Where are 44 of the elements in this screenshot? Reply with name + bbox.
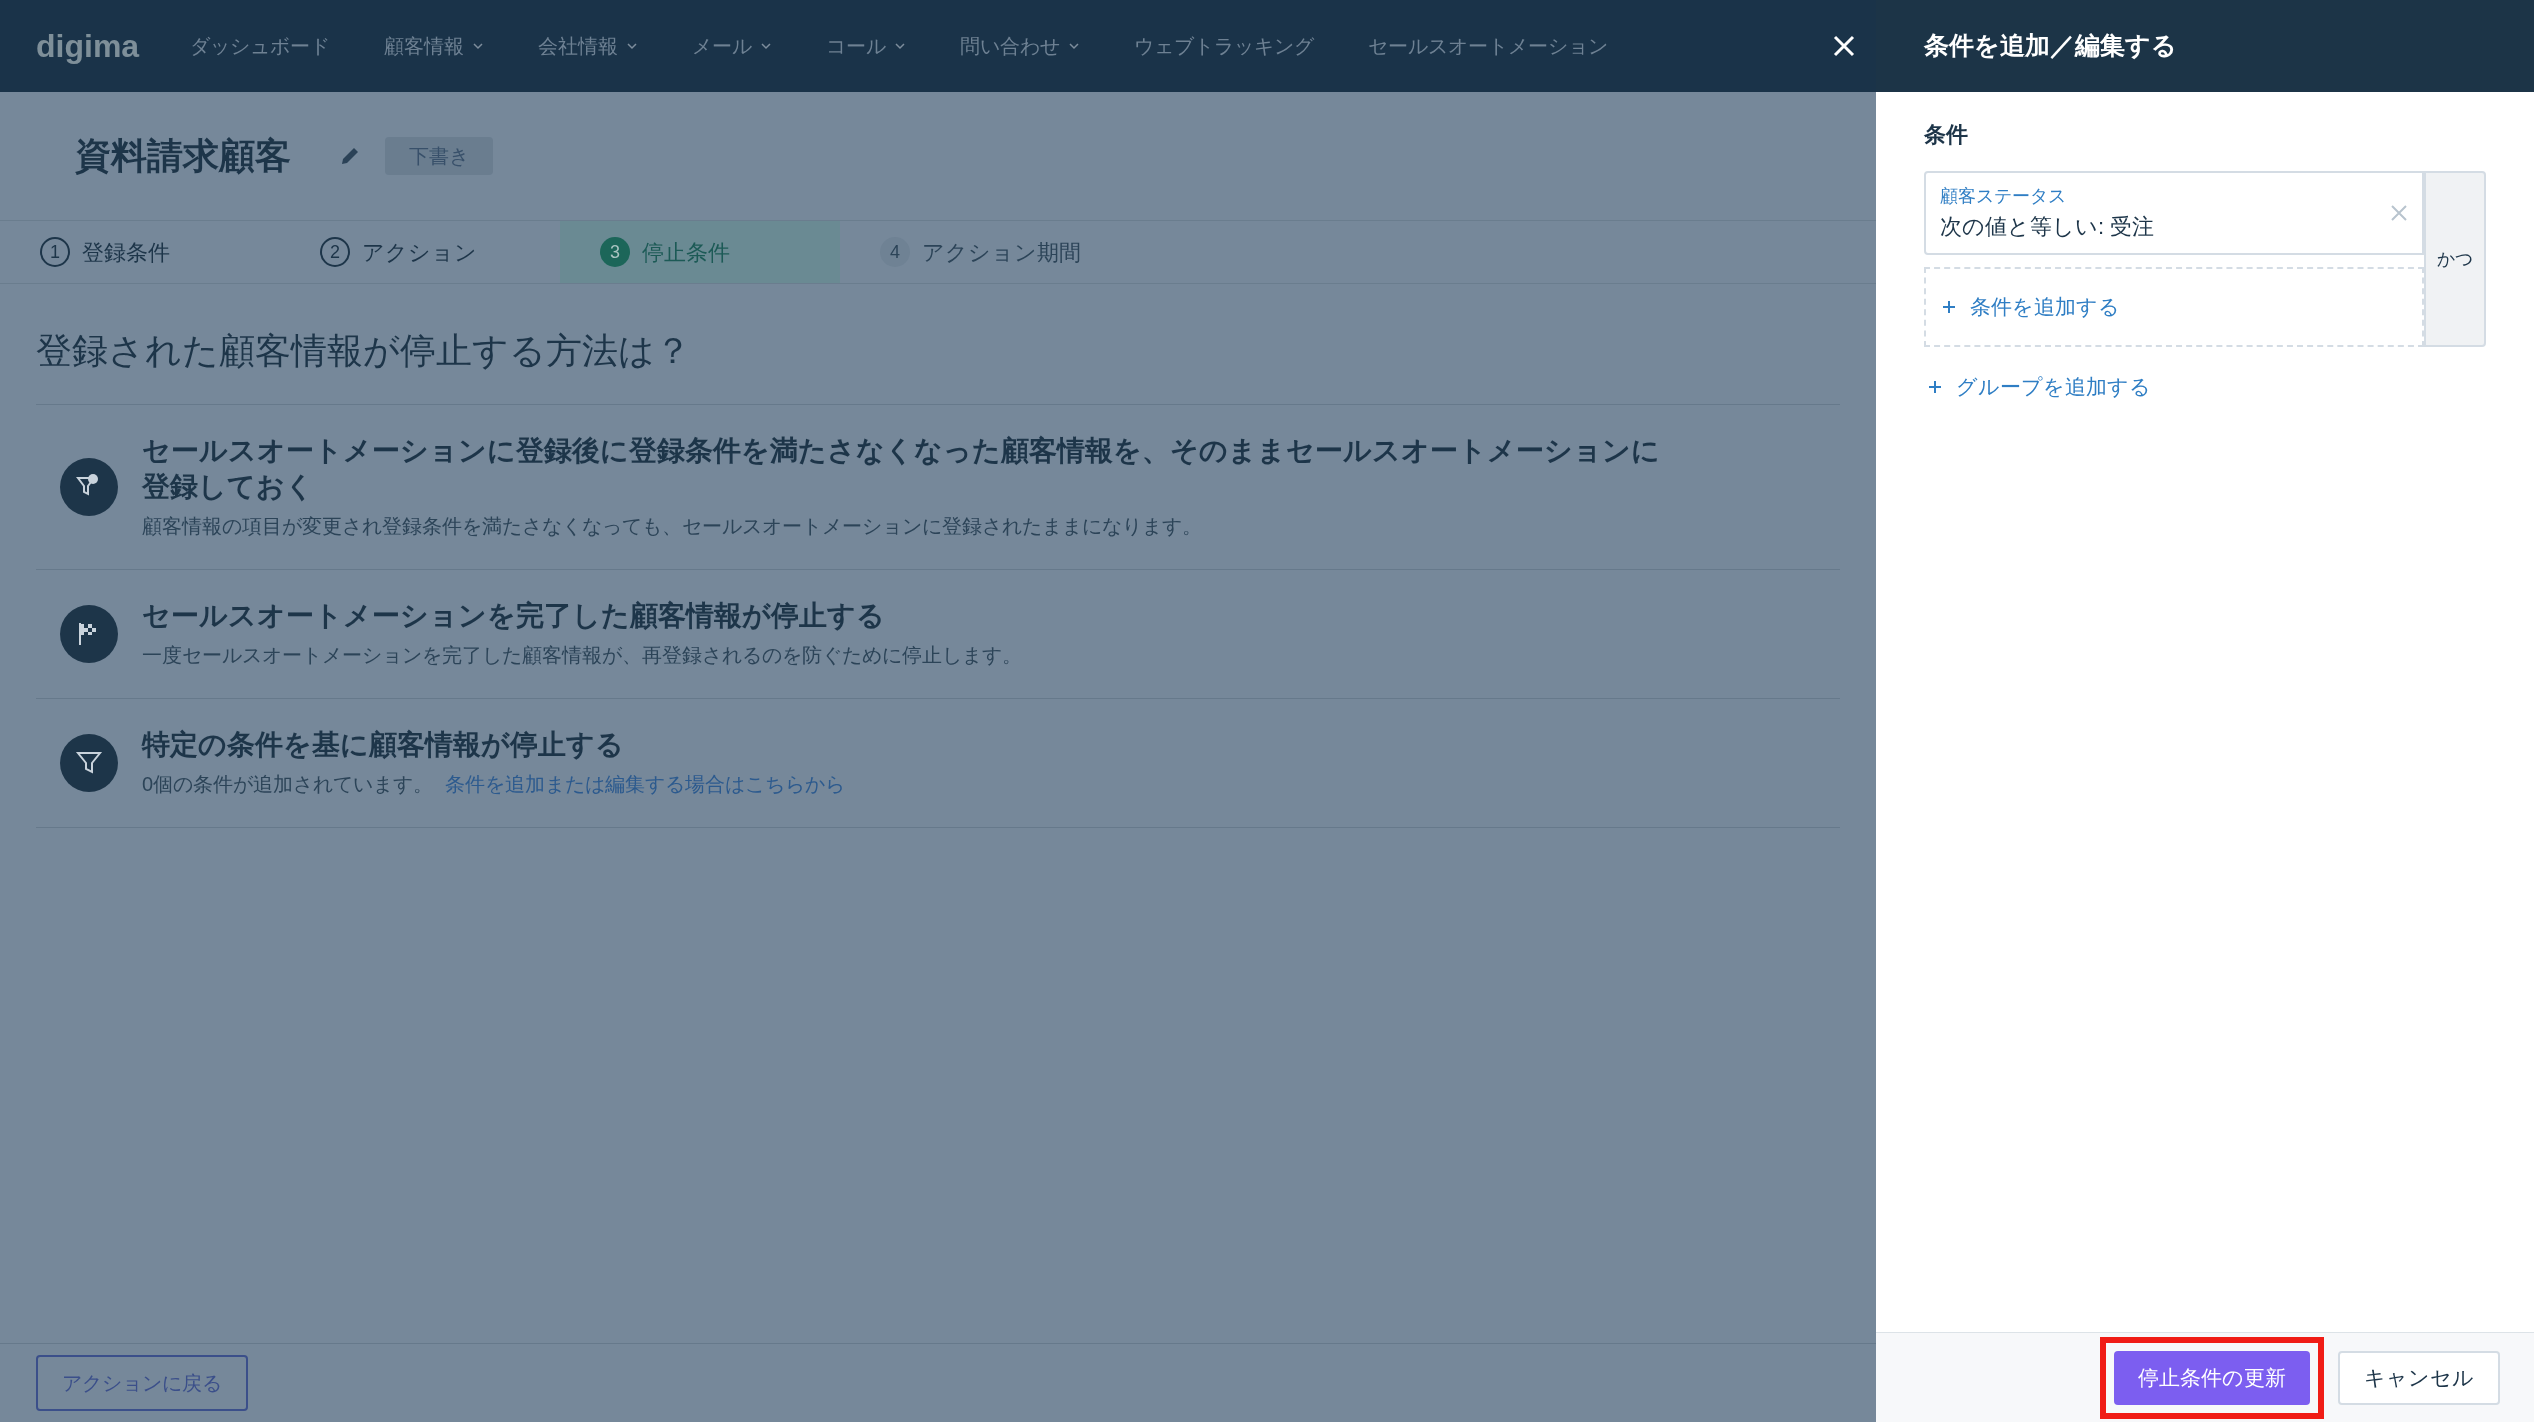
- page-title: 資料請求顧客: [75, 134, 291, 178]
- update-button[interactable]: 停止条件の更新: [2114, 1350, 2310, 1405]
- flag-icon: [60, 605, 118, 663]
- question-heading: 登録された顧客情報が停止する方法は？: [36, 284, 1840, 405]
- option-title[interactable]: 特定の条件を基に顧客情報が停止する: [142, 727, 846, 763]
- option-description: 顧客情報の項目が変更され登録条件を満たさなくなっても、セールスオートメーションに登録されたままになります。: [142, 514, 1202, 539]
- nav-item[interactable]: 問い合わせ: [960, 31, 1061, 61]
- nav-item[interactable]: メール: [692, 31, 753, 61]
- condition-field: 顧客ステータス: [1940, 183, 2390, 210]
- step-tab[interactable]: 2 アクション: [280, 221, 560, 283]
- filter-icon: [60, 734, 118, 792]
- chevron-down-icon: [1068, 42, 1081, 50]
- option-title[interactable]: セールスオートメーションを完了した顧客情報が停止する: [142, 598, 1022, 634]
- chevron-down-icon: [760, 42, 773, 50]
- option-title[interactable]: セールスオートメーションに登録後に登録条件を満たさなくなった顧客情報を、そのままセールスオートメーションに登録しておく: [142, 433, 1660, 505]
- condition-rule: 次の値と等しい: 受注: [1940, 213, 2156, 241]
- edit-conditions-link[interactable]: 条件を追加または編集する場合はこちらから: [445, 769, 846, 799]
- filter-icon: [60, 458, 118, 516]
- nav-item[interactable]: 会社情報: [538, 31, 619, 61]
- nav-item[interactable]: セールスオートメーション: [1368, 31, 1609, 61]
- step-tab[interactable]: 3 停止条件: [560, 221, 840, 283]
- nav-item[interactable]: ダッシュボード: [190, 31, 331, 61]
- chevron-down-icon: [894, 42, 907, 50]
- step-tab[interactable]: 1 登録条件: [0, 221, 280, 283]
- nav-item[interactable]: コール: [826, 31, 887, 61]
- chevron-down-icon: [626, 42, 639, 50]
- add-condition-link[interactable]: 条件を追加する: [1970, 291, 2120, 323]
- connector-label: かつ: [2424, 171, 2486, 347]
- plus-icon: [1942, 300, 1956, 314]
- nav-item[interactable]: 顧客情報: [384, 31, 465, 61]
- step-tab[interactable]: 4 アクション期間: [840, 221, 1120, 283]
- chevron-down-icon: [472, 42, 485, 50]
- nav-item[interactable]: ウェブトラッキング: [1134, 31, 1315, 61]
- option-description: 0個の条件が追加されています。: [142, 772, 434, 797]
- pencil-icon[interactable]: [339, 145, 361, 167]
- panel-title: 条件を追加／編集する: [1924, 30, 2177, 62]
- cancel-button[interactable]: キャンセル: [2338, 1350, 2500, 1405]
- section-label: 条件: [1924, 121, 1969, 149]
- back-button[interactable]: アクションに戻る: [36, 1355, 248, 1411]
- condition-card[interactable]: 顧客ステータス 次の値と等しい: 受注: [1924, 171, 2424, 255]
- option-description: 一度セールスオートメーションを完了した顧客情報が、再登録されるのを防ぐために停止します。: [142, 643, 1022, 668]
- plus-icon: [1928, 379, 1942, 394]
- add-group-link[interactable]: グループを追加する: [1956, 371, 2151, 403]
- logo[interactable]: digima: [36, 22, 140, 70]
